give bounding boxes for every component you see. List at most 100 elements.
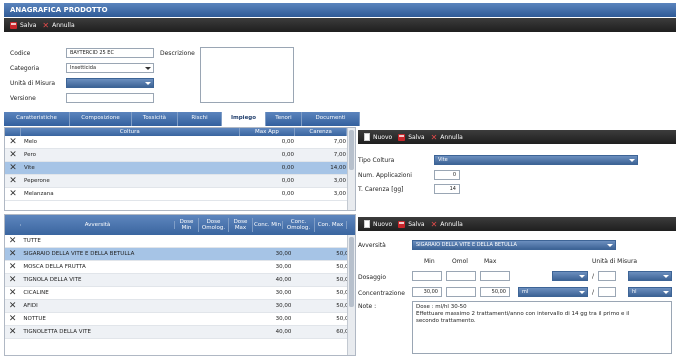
tipo-coltura-select[interactable]: Vite	[434, 155, 638, 165]
header-dose-max[interactable]: Dose Max	[229, 218, 253, 232]
dose-min-input[interactable]	[412, 271, 442, 281]
save-icon	[10, 21, 17, 29]
table-row[interactable]: ✕ TUTTE	[5, 235, 355, 248]
dose-unit1-select[interactable]	[552, 271, 588, 281]
header-conc-omolog[interactable]: Conc. Omolog.	[283, 218, 315, 232]
unita-select[interactable]	[66, 78, 154, 88]
new-document-icon	[364, 133, 370, 141]
table-row[interactable]: ✕ CICALINE 30,00 50,00	[5, 287, 355, 300]
adversity-scrollbar[interactable]	[347, 235, 355, 355]
save-button[interactable]: Salva	[10, 21, 37, 29]
cell-carenza: 3,00	[333, 191, 346, 197]
tab-impiego[interactable]: Impiego	[222, 112, 266, 126]
dose-omol-input[interactable]	[446, 271, 476, 281]
tab-rischi[interactable]: Rischi	[178, 112, 222, 126]
window-title: ANAGRAFICA PRODOTTO	[4, 3, 676, 17]
delete-icon[interactable]: ✕	[5, 236, 20, 246]
cell-conc-min: 30,00	[275, 303, 292, 309]
delete-icon[interactable]: ✕	[5, 189, 21, 199]
conc-max-input[interactable]: 50,00	[480, 287, 510, 297]
table-row[interactable]: ✕ AFIDI 30,00 50,00	[5, 300, 355, 313]
conc-qty-input[interactable]	[598, 287, 616, 297]
cancel-crop-button[interactable]: ✕ Annulla	[431, 133, 463, 141]
save-label: Salva	[20, 21, 37, 29]
avversita-select[interactable]: SIGARAIO DELLA VITE E DELLA BETULLA	[412, 240, 616, 250]
header-conc-min[interactable]: Conc. Min	[253, 221, 283, 229]
dose-qty-input[interactable]	[598, 271, 616, 281]
header-dose-min[interactable]: Dose Min	[175, 218, 199, 232]
crops-scrollbar[interactable]	[347, 128, 355, 210]
delete-icon[interactable]: ✕	[5, 137, 21, 147]
delete-icon[interactable]: ✕	[5, 150, 21, 160]
new-adv-button[interactable]: Nuovo	[364, 220, 392, 228]
header-coltura[interactable]: Coltura	[21, 128, 240, 136]
delete-icon[interactable]: ✕	[5, 275, 20, 285]
adv-panel-toolbar: Nuovo Salva ✕ Annulla	[358, 217, 676, 231]
cancel-adv-button[interactable]: ✕ Annulla	[430, 219, 463, 229]
codice-input[interactable]: BAYTERCID 25 EC	[66, 48, 154, 58]
table-row[interactable]: ✕ Peperone 0,00 3,00	[5, 175, 355, 188]
cell-max-app: 0,00	[281, 152, 294, 158]
adversity-grid: Avversità Dose Min Dose Omolog. Dose Max…	[4, 214, 356, 356]
conc-unit2-select[interactable]: hl	[628, 287, 672, 297]
delete-icon[interactable]: ✕	[5, 301, 20, 311]
table-row[interactable]: ✕ Melanzana 0,00 3,00	[5, 188, 355, 201]
tab-composizione[interactable]: Composizione	[70, 112, 132, 126]
note-textarea[interactable]: Dose : ml/hl 30-50 Effettuare massimo 2 …	[412, 301, 672, 354]
delete-icon[interactable]: ✕	[5, 176, 21, 186]
delete-icon[interactable]: ✕	[5, 249, 20, 259]
table-row-selected[interactable]: ✕ SIGARAIO DELLA VITE E DELLA BETULLA 30…	[5, 248, 355, 261]
conc-min-input[interactable]: 30,00	[412, 287, 442, 297]
chevron-down-icon	[607, 244, 613, 247]
table-row-selected[interactable]: ✕ Vite 0,00 14,00	[5, 162, 355, 175]
save-crop-button[interactable]: Salva	[398, 133, 425, 141]
dose-unit2-select[interactable]	[628, 271, 672, 281]
header-con-max[interactable]: Con. Max	[315, 221, 347, 229]
note-line: Dose : ml/hl 30-50	[416, 304, 467, 310]
header-max-app[interactable]: Max App	[240, 128, 296, 136]
cancel-icon: ✕	[430, 219, 438, 229]
table-row[interactable]: ✕ Pero 0,00 7,00	[5, 149, 355, 162]
table-row[interactable]: ✕ MOSCA DELLA FRUTTA 30,00 50,00	[5, 261, 355, 274]
header-avversita[interactable]: Avversità	[21, 221, 175, 229]
new-crop-button[interactable]: Nuovo	[364, 133, 392, 141]
tab-tossicita[interactable]: Tossicità	[132, 112, 178, 126]
tab-documenti[interactable]: Documenti	[302, 112, 360, 126]
avversita-value: SIGARAIO DELLA VITE E DELLA BETULLA	[416, 242, 517, 248]
cell-conc-min: 30,00	[275, 264, 292, 270]
avversita-label: Avversità	[358, 242, 386, 249]
save-adv-button[interactable]: Salva	[398, 220, 425, 228]
cell-coltura: Melanzana	[24, 191, 54, 197]
cell-carenza: 7,00	[333, 152, 346, 158]
table-row[interactable]: ✕ NOTTUE 30,00 50,00	[5, 313, 355, 326]
header-carenza[interactable]: Carenza	[295, 128, 347, 136]
table-row[interactable]: ✕ TIGNOLETTA DELLA VITE 40,00 60,00	[5, 326, 355, 339]
delete-icon[interactable]: ✕	[5, 288, 20, 298]
table-row[interactable]: ✕ TIGNOLA DELLA VITE 40,00 50,00	[5, 274, 355, 287]
delete-icon[interactable]: ✕	[5, 327, 20, 337]
cell-avversita: TUTTE	[23, 238, 41, 244]
cell-carenza: 3,00	[333, 178, 346, 184]
tipo-coltura-value: Vite	[438, 157, 448, 163]
header-dose-omolog[interactable]: Dose Omolog.	[199, 218, 229, 232]
delete-icon[interactable]: ✕	[5, 314, 20, 324]
num-applicazioni-input[interactable]: 0	[434, 170, 460, 180]
note-line: Effettuare massimo 2 trattamenti/anno co…	[416, 311, 630, 317]
descrizione-textarea[interactable]	[200, 47, 294, 103]
table-row[interactable]: ✕ Melo 0,00 7,00	[5, 136, 355, 149]
conc-unit1-select[interactable]: ml	[518, 287, 588, 297]
carenza-input[interactable]: 14	[434, 184, 460, 194]
delete-icon[interactable]: ✕	[5, 262, 20, 272]
tab-tenori[interactable]: Tenori	[266, 112, 302, 126]
cell-max-app: 0,00	[281, 178, 294, 184]
categoria-select[interactable]: Insetticida	[66, 63, 154, 73]
cancel-button[interactable]: ✕ Annulla	[42, 21, 74, 29]
delete-icon[interactable]: ✕	[5, 163, 21, 173]
versione-input[interactable]	[66, 93, 154, 103]
conc-omol-input[interactable]	[446, 287, 476, 297]
categoria-label: Categoria	[10, 65, 40, 72]
note-label: Note :	[358, 303, 377, 310]
tab-caratteristiche[interactable]: Caratteristiche	[4, 112, 70, 126]
dose-max-input[interactable]	[480, 271, 510, 281]
cell-coltura: Vite	[24, 165, 35, 171]
